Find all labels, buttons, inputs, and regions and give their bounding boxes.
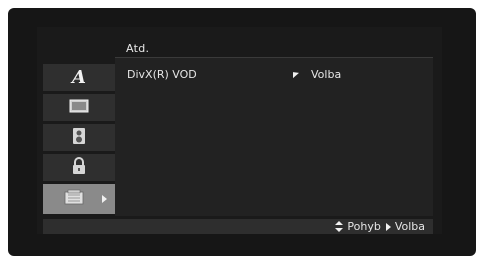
footer-hint-bar: Pohyb Volba [43,219,433,234]
setting-label: DivX(R) VOD [127,68,197,81]
setting-row-divx-vod[interactable]: DivX(R) VOD Volba [127,68,427,84]
up-down-arrow-icon [335,221,344,232]
sidebar-item-audio[interactable] [43,124,115,151]
setting-value[interactable]: Volba [311,68,341,81]
sidebar-item-language[interactable]: A [43,64,115,91]
pointer-icon [293,69,299,79]
sidebar-item-lock[interactable] [43,154,115,181]
audio-speaker-icon [72,127,86,149]
right-arrow-icon [385,222,391,231]
navigation-hint: Pohyb Volba [335,220,425,233]
sidebar-item-display[interactable] [43,94,115,121]
move-hint-label: Pohyb [347,220,381,233]
menu-title: Atd. [126,42,150,55]
submenu-arrow-icon [102,195,107,203]
others-icon [64,189,86,209]
language-icon: A [72,67,86,88]
settings-panel: DivX(R) VOD Volba [115,58,433,216]
select-hint-label: Volba [394,220,425,233]
display-icon [69,98,89,117]
lock-icon [72,156,86,179]
sidebar-item-others[interactable] [43,184,115,214]
